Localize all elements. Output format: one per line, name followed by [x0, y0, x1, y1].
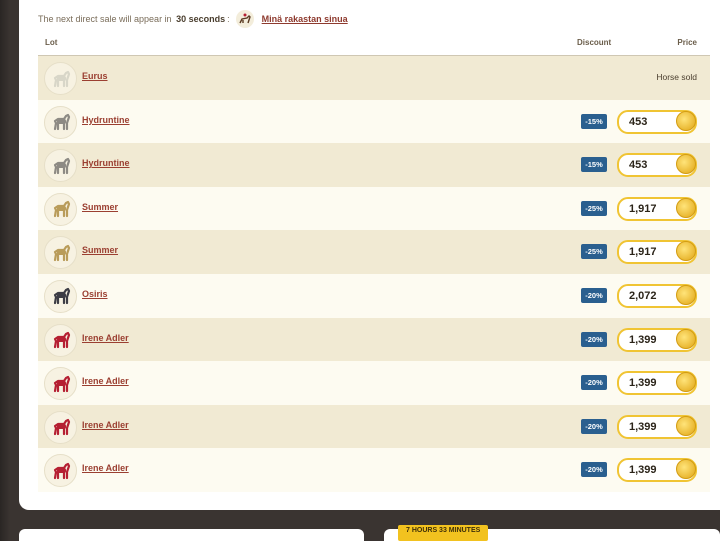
- horse-name-link[interactable]: Summer: [82, 245, 118, 255]
- coin-icon: [676, 284, 696, 305]
- horse-dun-icon[interactable]: [44, 236, 77, 270]
- price-value: 1,917: [629, 202, 657, 215]
- horse-red-icon[interactable]: [44, 454, 77, 488]
- buy-price-button[interactable]: 1,399: [617, 414, 697, 439]
- horse-white-icon[interactable]: [44, 62, 77, 95]
- coin-icon: [676, 110, 696, 131]
- table-row: Summer -25% 1,917: [38, 186, 710, 231]
- horse-name-link[interactable]: Irene Adler: [82, 463, 129, 473]
- price-value: 1,399: [629, 420, 657, 433]
- price-value: 1,399: [629, 333, 657, 346]
- table-row: Hydruntine -15% 453: [38, 143, 710, 187]
- horse-grey-icon[interactable]: [44, 149, 77, 183]
- coin-icon: [676, 197, 696, 218]
- price-value: 1,917: [629, 246, 657, 259]
- discount-badge: -15%: [581, 157, 607, 173]
- discount-badge: -20%: [581, 287, 607, 303]
- table-row: Irene Adler -20% 1,399: [38, 317, 710, 362]
- discount-badge: -20%: [581, 331, 607, 347]
- discount-badge: -25%: [581, 200, 607, 216]
- coin-icon: [676, 154, 696, 175]
- horse-grey-icon[interactable]: [44, 105, 77, 139]
- bottom-card-left: [19, 529, 364, 541]
- discount-badge: -20%: [581, 375, 607, 391]
- horse-dun-icon[interactable]: [44, 192, 77, 226]
- buy-price-button[interactable]: 1,399: [617, 371, 697, 396]
- notice-time: 30 seconds: [176, 14, 226, 24]
- table-row: Hydruntine -15% 453: [38, 99, 710, 144]
- horse-red-icon[interactable]: [44, 323, 77, 357]
- buy-price-button[interactable]: 2,072: [617, 283, 697, 308]
- table-row: Osiris -20% 2,072: [38, 273, 710, 318]
- notice-prefix: The next direct sale will appear in: [38, 14, 172, 24]
- buy-price-button[interactable]: 453: [617, 109, 697, 134]
- sale-table: Eurus Horse sold Hydruntine -15% 453 Hydr…: [38, 56, 710, 492]
- horse-name-link[interactable]: Osiris: [82, 289, 108, 299]
- header-price: Price: [677, 38, 697, 47]
- price-value: 1,399: [629, 377, 657, 390]
- header-lot: Lot: [45, 38, 58, 47]
- buy-price-button[interactable]: 1,917: [617, 196, 697, 221]
- horse-red-icon[interactable]: [44, 410, 77, 444]
- horse-red-icon[interactable]: [44, 367, 77, 401]
- horse-name-link[interactable]: Irene Adler: [82, 376, 129, 386]
- horse-name-link[interactable]: Eurus: [82, 71, 108, 81]
- notice-suffix: :: [227, 14, 230, 24]
- horse-name-link[interactable]: Summer: [82, 202, 118, 212]
- discount-badge: -25%: [581, 244, 607, 260]
- horse-name-link[interactable]: Irene Adler: [82, 333, 129, 343]
- table-row: Eurus Horse sold: [38, 56, 710, 100]
- sold-status: Horse sold: [656, 72, 697, 82]
- table-header: Lot Discount Price: [38, 34, 710, 57]
- horse-black-icon[interactable]: [44, 279, 77, 313]
- next-sale-notice: The next direct sale will appear in 30 s…: [38, 10, 348, 28]
- coin-icon: [676, 241, 696, 262]
- coin-icon: [676, 372, 696, 393]
- price-value: 2,072: [629, 289, 657, 302]
- discount-badge: -15%: [581, 113, 607, 129]
- buy-price-button[interactable]: 1,399: [617, 458, 697, 483]
- price-value: 453: [629, 115, 648, 128]
- timer-badge: 7 HOURS 33 MINUTES: [398, 525, 489, 541]
- discount-badge: -20%: [581, 418, 607, 434]
- buy-price-button[interactable]: 1,399: [617, 327, 697, 352]
- table-row: Irene Adler -20% 1,399: [38, 448, 710, 492]
- horse-name-link[interactable]: Hydruntine: [82, 158, 130, 168]
- discount-badge: -20%: [581, 462, 607, 478]
- coin-icon: [676, 459, 696, 480]
- header-discount: Discount: [577, 38, 612, 47]
- table-row: Irene Adler -20% 1,399: [38, 361, 710, 405]
- buy-price-button[interactable]: 1,917: [617, 240, 697, 265]
- horse-name-link[interactable]: Irene Adler: [82, 420, 129, 430]
- table-row: Irene Adler -20% 1,399: [38, 404, 710, 449]
- horse-name-link[interactable]: Hydruntine: [82, 115, 130, 125]
- price-value: 453: [629, 159, 648, 172]
- coin-icon: [676, 328, 696, 349]
- buy-price-button[interactable]: 453: [617, 153, 697, 178]
- owner-link[interactable]: Minä rakastan sinua: [262, 14, 348, 24]
- coin-icon: [676, 415, 696, 436]
- price-value: 1,399: [629, 464, 657, 477]
- rider-icon: [235, 10, 254, 28]
- table-row: Summer -25% 1,917: [38, 230, 710, 274]
